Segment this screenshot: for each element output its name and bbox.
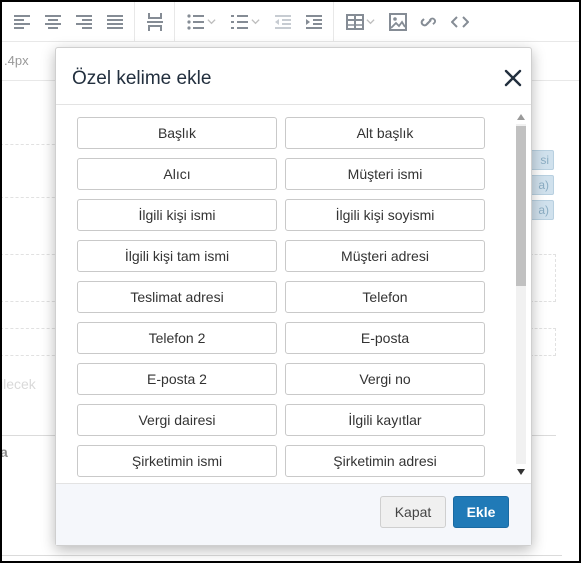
word-button-contact-full-name[interactable]: İlgili kişi tam ismi <box>77 240 277 272</box>
word-grid: Başlık Alt başlık Alıcı Müşteri ismi İlg… <box>77 117 485 477</box>
word-button-email[interactable]: E-posta <box>285 322 485 354</box>
word-button-phone[interactable]: Telefon <box>285 281 485 313</box>
scroll-up-icon[interactable] <box>516 112 526 122</box>
word-button-tax-office[interactable]: Vergi dairesi <box>77 404 277 436</box>
scroll-thumb[interactable] <box>516 126 526 286</box>
word-button-email-2[interactable]: E-posta 2 <box>77 363 277 395</box>
dialog-footer: Kapat Ekle <box>56 483 531 545</box>
editor-window: .4px si a) a) ilecek a Özel kelime ekle … <box>0 0 581 563</box>
word-button-title[interactable]: Başlık <box>77 117 277 149</box>
close-icon[interactable] <box>501 66 525 90</box>
word-button-subtitle[interactable]: Alt başlık <box>285 117 485 149</box>
word-button-delivery-address[interactable]: Teslimat adresi <box>77 281 277 313</box>
dialog-header: Özel kelime ekle <box>56 48 531 105</box>
word-button-phone-2[interactable]: Telefon 2 <box>77 322 277 354</box>
word-button-company-name[interactable]: Şirketimin ismi <box>77 445 277 477</box>
word-button-recipient[interactable]: Alıcı <box>77 158 277 190</box>
word-button-related-records[interactable]: İlgili kayıtlar <box>285 404 485 436</box>
dialog-scrollbar[interactable] <box>514 108 527 480</box>
word-button-company-address[interactable]: Şirketimin adresi <box>285 445 485 477</box>
add-button[interactable]: Ekle <box>453 496 509 528</box>
scroll-down-icon[interactable] <box>516 467 526 477</box>
word-button-customer-name[interactable]: Müşteri ismi <box>285 158 485 190</box>
word-button-contact-last-name[interactable]: İlgili kişi soyismi <box>285 199 485 231</box>
word-button-customer-address[interactable]: Müşteri adresi <box>285 240 485 272</box>
word-button-contact-first-name[interactable]: İlgili kişi ismi <box>77 199 277 231</box>
custom-word-dialog: Özel kelime ekle Başlık Alt başlık Alıcı… <box>55 47 532 546</box>
cancel-button[interactable]: Kapat <box>380 496 446 528</box>
dialog-title: Özel kelime ekle <box>72 68 212 89</box>
word-button-tax-number[interactable]: Vergi no <box>285 363 485 395</box>
dialog-body: Başlık Alt başlık Alıcı Müşteri ismi İlg… <box>56 106 531 485</box>
